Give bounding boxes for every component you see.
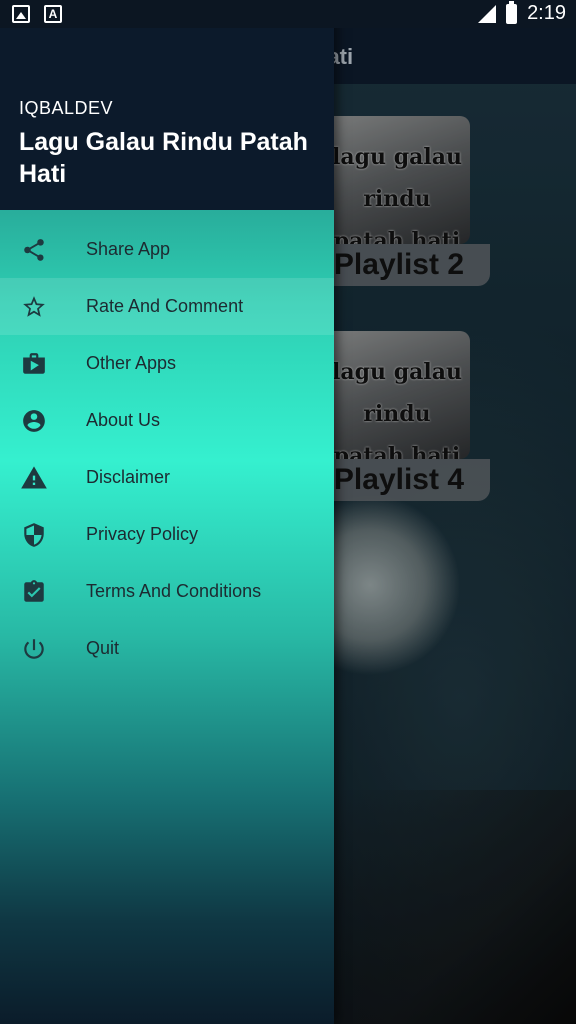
- account-circle-icon: [20, 407, 48, 435]
- drawer-subtitle: IQBALDEV: [19, 98, 114, 118]
- menu-item-label: Disclaimer: [86, 467, 171, 487]
- menu-item-about-us[interactable]: About Us: [0, 392, 334, 449]
- status-bar: A 2:19: [0, 0, 576, 28]
- menu-item-label: Terms And Conditions: [86, 581, 262, 601]
- clipboard-check-icon: [20, 578, 48, 606]
- menu-item-terms-and-conditions[interactable]: Terms And Conditions: [0, 563, 334, 620]
- menu-item-privacy-policy[interactable]: Privacy Policy: [0, 506, 334, 563]
- shield-icon: [20, 521, 48, 549]
- menu-item-label: Rate And Comment: [86, 296, 244, 316]
- status-time: 2:19: [527, 2, 566, 24]
- drawer-header: IQBALDEV Lagu Galau Rindu Patah Hati: [0, 0, 334, 210]
- star-outline-icon: [20, 293, 48, 321]
- menu-item-rate-and-comment[interactable]: Rate And Comment: [0, 278, 334, 335]
- navigation-drawer: IQBALDEV Lagu Galau Rindu Patah Hati Sha…: [0, 0, 334, 1024]
- menu-item-other-apps[interactable]: Other Apps: [0, 335, 334, 392]
- power-icon: [20, 635, 48, 663]
- menu-item-label: Quit: [86, 638, 120, 658]
- menu-item-label: Other Apps: [86, 353, 177, 373]
- share-icon: [20, 236, 48, 264]
- menu-item-label: Share App: [86, 239, 171, 259]
- a-notification-icon: A: [44, 5, 62, 23]
- menu-item-label: Privacy Policy: [86, 524, 199, 544]
- warning-icon: [20, 464, 48, 492]
- shop-bag-icon: [20, 350, 48, 378]
- menu-item-share-app[interactable]: Share App: [0, 221, 334, 278]
- drawer-title: Lagu Galau Rindu Patah Hati: [19, 128, 308, 188]
- battery-charging-icon: [506, 0, 518, 24]
- signal-icon: [478, 4, 497, 23]
- menu-item-quit[interactable]: Quit: [0, 620, 334, 677]
- drawer-menu: Share App Rate And Comment Other Apps Ab…: [0, 221, 334, 677]
- menu-item-disclaimer[interactable]: Disclaimer: [0, 449, 334, 506]
- gallery-icon: [12, 5, 30, 23]
- menu-item-label: About Us: [86, 410, 161, 430]
